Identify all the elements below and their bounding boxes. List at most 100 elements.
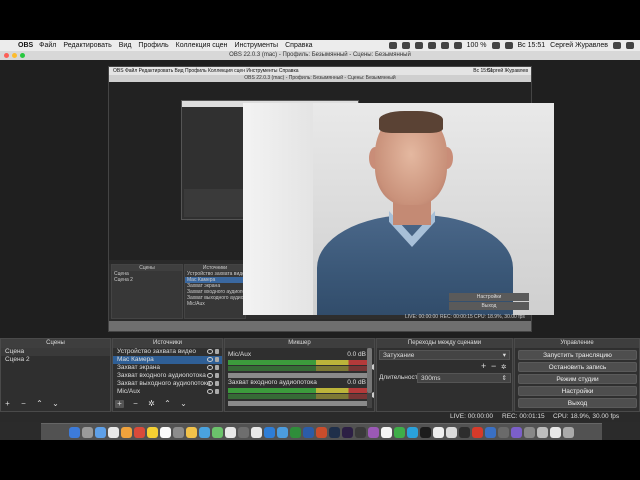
source-item[interactable]: Захват входного аудиопотока: [113, 372, 222, 380]
battery-percent[interactable]: 100 %: [467, 42, 487, 49]
mixer-scrollbar-thumb[interactable]: [367, 348, 372, 393]
app-icon[interactable]: [485, 426, 496, 438]
studio-mode-button[interactable]: Режим студии: [518, 374, 637, 384]
app-icon[interactable]: [173, 426, 184, 438]
app-icon[interactable]: [511, 426, 522, 438]
obs-icon[interactable]: [459, 426, 470, 438]
menubar-clock[interactable]: Вс 15:51: [518, 42, 546, 49]
app-icon[interactable]: [446, 426, 457, 438]
move-up-icon[interactable]: ⌃: [35, 400, 44, 408]
status-icon[interactable]: [388, 42, 397, 49]
app-icon[interactable]: [251, 426, 262, 438]
source-properties-gear-icon[interactable]: ✲: [147, 400, 156, 408]
photos-icon[interactable]: [225, 426, 236, 438]
app-icon[interactable]: [537, 426, 548, 438]
launchpad-icon[interactable]: [82, 426, 93, 438]
notes-icon[interactable]: [186, 426, 197, 438]
search-icon[interactable]: [613, 42, 621, 49]
flag-icon[interactable]: [504, 42, 513, 49]
add-transition-button[interactable]: +: [481, 361, 486, 371]
status-icon[interactable]: [427, 42, 436, 49]
app-icon[interactable]: [381, 426, 392, 438]
finder-icon[interactable]: [69, 426, 80, 438]
menu-app-name[interactable]: OBS: [18, 42, 33, 49]
app-icon[interactable]: [199, 426, 210, 438]
app-icon[interactable]: [433, 426, 444, 438]
remove-source-button[interactable]: −: [131, 400, 140, 408]
photoshop-icon[interactable]: [329, 426, 340, 438]
lock-icon[interactable]: [215, 365, 219, 370]
excel-icon[interactable]: [290, 426, 301, 438]
menu-list-icon[interactable]: [626, 42, 634, 49]
settings-button[interactable]: Настройки: [518, 386, 637, 396]
remove-transition-button[interactable]: −: [491, 361, 496, 371]
lock-icon[interactable]: [215, 357, 219, 362]
lock-icon[interactable]: [215, 349, 219, 354]
source-item[interactable]: Mac Камера: [113, 356, 222, 364]
finder-folder-icon[interactable]: [550, 426, 561, 438]
app-icon[interactable]: [355, 426, 366, 438]
whatsapp-icon[interactable]: [394, 426, 405, 438]
app-icon[interactable]: [498, 426, 509, 438]
menubar-user[interactable]: Сергей Журавлев: [550, 42, 608, 49]
app-icon[interactable]: [420, 426, 431, 438]
menu-profile[interactable]: Профиль: [138, 42, 168, 49]
close-window-button[interactable]: [4, 53, 9, 58]
lock-icon[interactable]: [215, 373, 219, 378]
mixer-scrollbar[interactable]: [367, 348, 372, 408]
chrome-icon[interactable]: [108, 426, 119, 438]
move-up-icon[interactable]: ⌃: [163, 400, 172, 408]
scene-item[interactable]: Сцена: [1, 348, 110, 356]
source-item[interactable]: Захват выходного аудиопотока: [113, 380, 222, 388]
volume-icon[interactable]: [453, 42, 462, 49]
volume-slider[interactable]: [228, 401, 370, 406]
move-down-icon[interactable]: ⌄: [179, 400, 188, 408]
add-scene-button[interactable]: +: [3, 400, 12, 408]
source-item[interactable]: Захват экрана: [113, 364, 222, 372]
firefox-icon[interactable]: [121, 426, 132, 438]
start-streaming-button[interactable]: Запустить трансляцию: [518, 350, 637, 360]
add-source-button[interactable]: +: [115, 400, 124, 408]
trash-icon[interactable]: [563, 426, 574, 438]
app-icon[interactable]: [524, 426, 535, 438]
transition-gear-icon[interactable]: ✲: [501, 363, 506, 371]
calendar-icon[interactable]: [160, 426, 171, 438]
app-icon[interactable]: [238, 426, 249, 438]
move-down-icon[interactable]: ⌄: [51, 400, 60, 408]
zoom-window-button[interactable]: [20, 53, 25, 58]
safari-icon[interactable]: [95, 426, 106, 438]
volume-slider[interactable]: [228, 373, 370, 378]
transition-select[interactable]: Затухание ▾: [379, 350, 510, 360]
visibility-eye-icon[interactable]: [207, 365, 213, 370]
opera-icon[interactable]: [134, 426, 145, 438]
visibility-eye-icon[interactable]: [207, 381, 213, 386]
minimize-window-button[interactable]: [12, 53, 17, 58]
stop-recording-button[interactable]: Остановить запись: [518, 362, 637, 372]
status-icon[interactable]: [414, 42, 423, 49]
app-icon[interactable]: [277, 426, 288, 438]
word-icon[interactable]: [303, 426, 314, 438]
source-item[interactable]: Mic/Aux: [113, 388, 222, 396]
yandex-icon[interactable]: [147, 426, 158, 438]
wifi-icon[interactable]: [440, 42, 449, 49]
status-icon[interactable]: [401, 42, 410, 49]
duration-input[interactable]: 300ms ⇕: [417, 373, 511, 383]
source-item[interactable]: Устройство захвата видео: [113, 348, 222, 356]
menu-edit[interactable]: Редактировать: [63, 42, 111, 49]
stepper-icon[interactable]: ⇕: [502, 374, 507, 383]
premiere-icon[interactable]: [342, 426, 353, 438]
menu-scene-collection[interactable]: Коллекция сцен: [176, 42, 228, 49]
visibility-eye-icon[interactable]: [207, 349, 213, 354]
filezilla-icon[interactable]: [472, 426, 483, 438]
menu-view[interactable]: Вид: [119, 42, 132, 49]
exit-button[interactable]: Выход: [518, 398, 637, 408]
battery-icon[interactable]: [491, 42, 500, 49]
visibility-eye-icon[interactable]: [207, 389, 213, 394]
menu-tools[interactable]: Инструменты: [234, 42, 278, 49]
telegram-icon[interactable]: [407, 426, 418, 438]
lock-icon[interactable]: [215, 381, 219, 386]
menu-file[interactable]: Файл: [39, 42, 56, 49]
app-icon[interactable]: [368, 426, 379, 438]
app-icon[interactable]: [264, 426, 275, 438]
scene-item[interactable]: Сцена 2: [1, 356, 110, 364]
